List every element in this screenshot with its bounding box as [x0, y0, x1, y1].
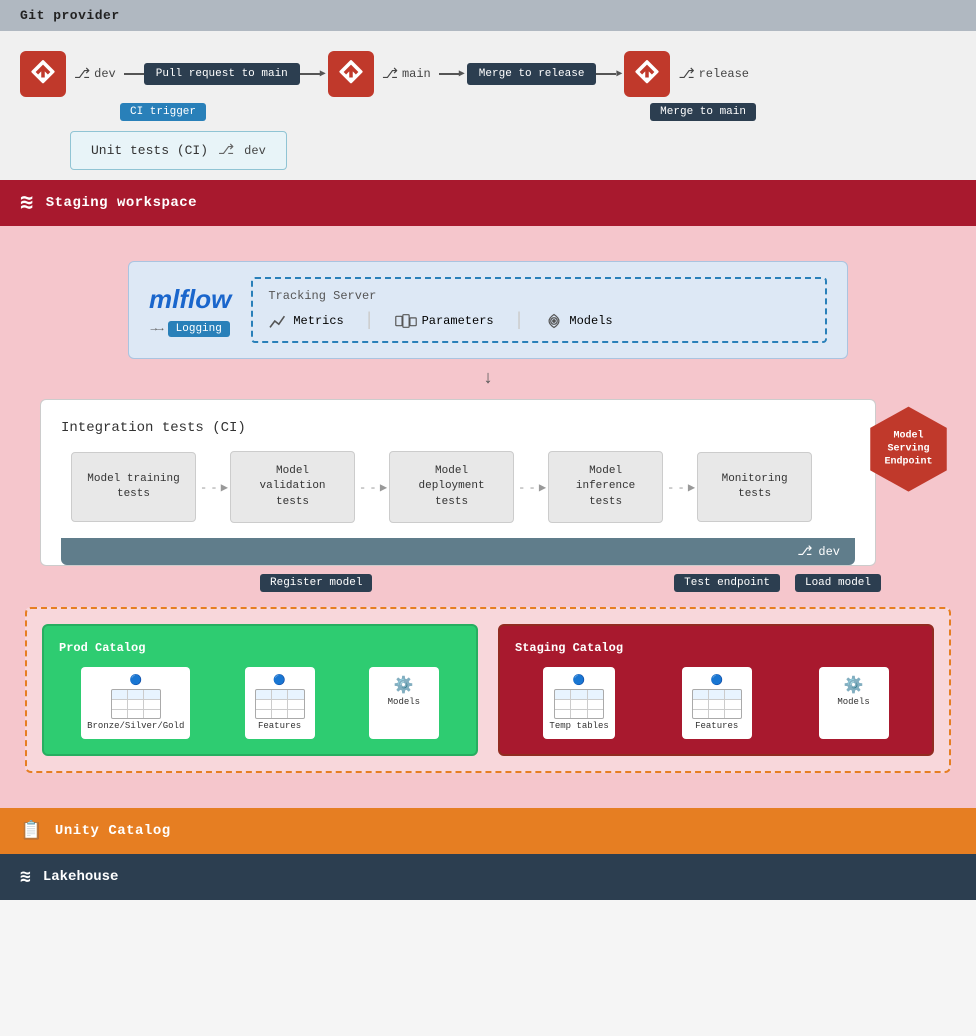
top-section: ⎇ dev Pull request to main ▶ ⎇ main ▶ Me… [0, 31, 976, 180]
catalogs-row: Prod Catalog 🔵 Bronze/Silver/Gold 🔵 [42, 624, 934, 756]
prod-features: 🔵 Features [245, 667, 315, 739]
test-step-monitoring: Monitoring tests [697, 452, 812, 522]
unity-catalog-icon: 📋 [20, 820, 43, 842]
unity-catalog-dashed-section: Prod Catalog 🔵 Bronze/Silver/Gold 🔵 [25, 607, 951, 773]
load-model-badge: Load model [795, 574, 881, 592]
staging-workspace-header: ≋ Staging workspace [0, 180, 976, 226]
prod-models-label: Models [375, 697, 433, 707]
dash-arrow-2: - - ▶ [359, 480, 385, 495]
staging-features-label: Features [688, 721, 746, 731]
down-arrow-1: ↓ [388, 369, 588, 389]
ci-trigger-badge: CI trigger [120, 103, 206, 121]
staging-features: 🔵 Features [682, 667, 752, 739]
prod-catalog-title: Prod Catalog [59, 641, 461, 655]
mlflow-section: mlflow →→ Logging Tracking Server Metric… [128, 261, 848, 359]
mlflow-logo: mlflow [149, 284, 231, 315]
prod-models: ⚙️ Models [369, 667, 439, 739]
logging-badge: Logging [168, 321, 230, 337]
integration-title: Integration tests (CI) [61, 420, 855, 436]
arrow-1 [124, 73, 144, 75]
register-model-badge: Register model [260, 574, 372, 592]
test-step-model-inference: Model inference tests [548, 451, 663, 523]
lakehouse-bar: ≋ Lakehouse [0, 854, 976, 900]
release-git-icon [624, 51, 670, 97]
dev-git-icon [20, 51, 66, 97]
staging-models: ⚙️ Models [819, 667, 889, 739]
test-step-model-deployment: Model deployment tests [389, 451, 514, 523]
unit-tests-box: Unit tests (CI) ⎇ dev [70, 131, 287, 170]
tracking-server-title: Tracking Server [268, 289, 810, 303]
arrow-4 [596, 73, 616, 75]
main-branch-label: ⎇ main [382, 66, 431, 83]
integration-tests-box: Integration tests (CI) Model training te… [40, 399, 876, 566]
dash-arrow-4: - - ▶ [667, 480, 693, 495]
staging-temp-label: Temp tables [549, 721, 608, 731]
staging-content: mlflow →→ Logging Tracking Server Metric… [0, 226, 976, 808]
models-item: Models [544, 312, 612, 330]
parameters-item: Parameters [395, 313, 494, 329]
staging-temp-tables: 🔵 Temp tables [543, 667, 614, 739]
unity-catalog-title: Unity Catalog [55, 823, 171, 839]
prod-features-label: Features [251, 721, 309, 731]
lakehouse-icon: ≋ [20, 866, 31, 888]
dev-branch-bar: ⎇ dev [61, 538, 855, 565]
pull-request-badge: Pull request to main [144, 63, 300, 85]
test-steps-row: Model training tests - - ▶ Model validat… [61, 451, 855, 523]
unity-catalog-bar: 📋 Unity Catalog [0, 808, 976, 854]
lakehouse-title: Lakehouse [43, 869, 119, 885]
test-endpoint-badge: Test endpoint [674, 574, 780, 592]
staging-catalog-box: Staging Catalog 🔵 Temp tables 🔵 [498, 624, 934, 756]
git-provider-bar: Git provider [0, 0, 976, 31]
staging-title: Staging workspace [46, 195, 197, 211]
dev-branch-label: ⎇ dev [74, 66, 116, 83]
prod-catalog-box: Prod Catalog 🔵 Bronze/Silver/Gold 🔵 [42, 624, 478, 756]
git-provider-title: Git provider [20, 8, 120, 23]
main-git-icon [328, 51, 374, 97]
staging-catalog-title: Staging Catalog [515, 641, 917, 655]
staging-models-label: Models [825, 697, 883, 707]
test-step-model-training: Model training tests [71, 452, 196, 522]
metrics-item: Metrics [268, 313, 343, 329]
staging-catalog-items: 🔵 Temp tables 🔵 [515, 667, 917, 739]
integration-tests-outer: Integration tests (CI) Model training te… [40, 399, 936, 566]
unit-tests-branch: dev [244, 144, 266, 158]
release-branch-label: ⎇ release [678, 66, 749, 83]
badges-row: Register model Test endpoint Load model [20, 574, 956, 592]
staging-icon: ≋ [20, 190, 34, 216]
prod-bronze-label: Bronze/Silver/Gold [87, 721, 184, 731]
arrow-3 [439, 73, 459, 75]
test-step-model-validation: Model validation tests [230, 451, 355, 523]
dev-branch-label-integration: dev [818, 545, 840, 559]
prod-catalog-items: 🔵 Bronze/Silver/Gold 🔵 [59, 667, 461, 739]
merge-to-main-badge: Merge to main [650, 103, 756, 121]
tracking-server-box: Tracking Server Metrics | [251, 277, 827, 343]
dash-arrow-3: - - ▶ [518, 480, 544, 495]
dash-arrow-1: - - ▶ [200, 480, 226, 495]
arrow-2 [300, 73, 320, 75]
prod-bronze-silver-gold: 🔵 Bronze/Silver/Gold [81, 667, 190, 739]
merge-to-release-badge: Merge to release [467, 63, 597, 85]
unit-tests-label: Unit tests (CI) [91, 143, 208, 158]
model-serving-endpoint: Model Serving Endpoint [866, 407, 951, 492]
